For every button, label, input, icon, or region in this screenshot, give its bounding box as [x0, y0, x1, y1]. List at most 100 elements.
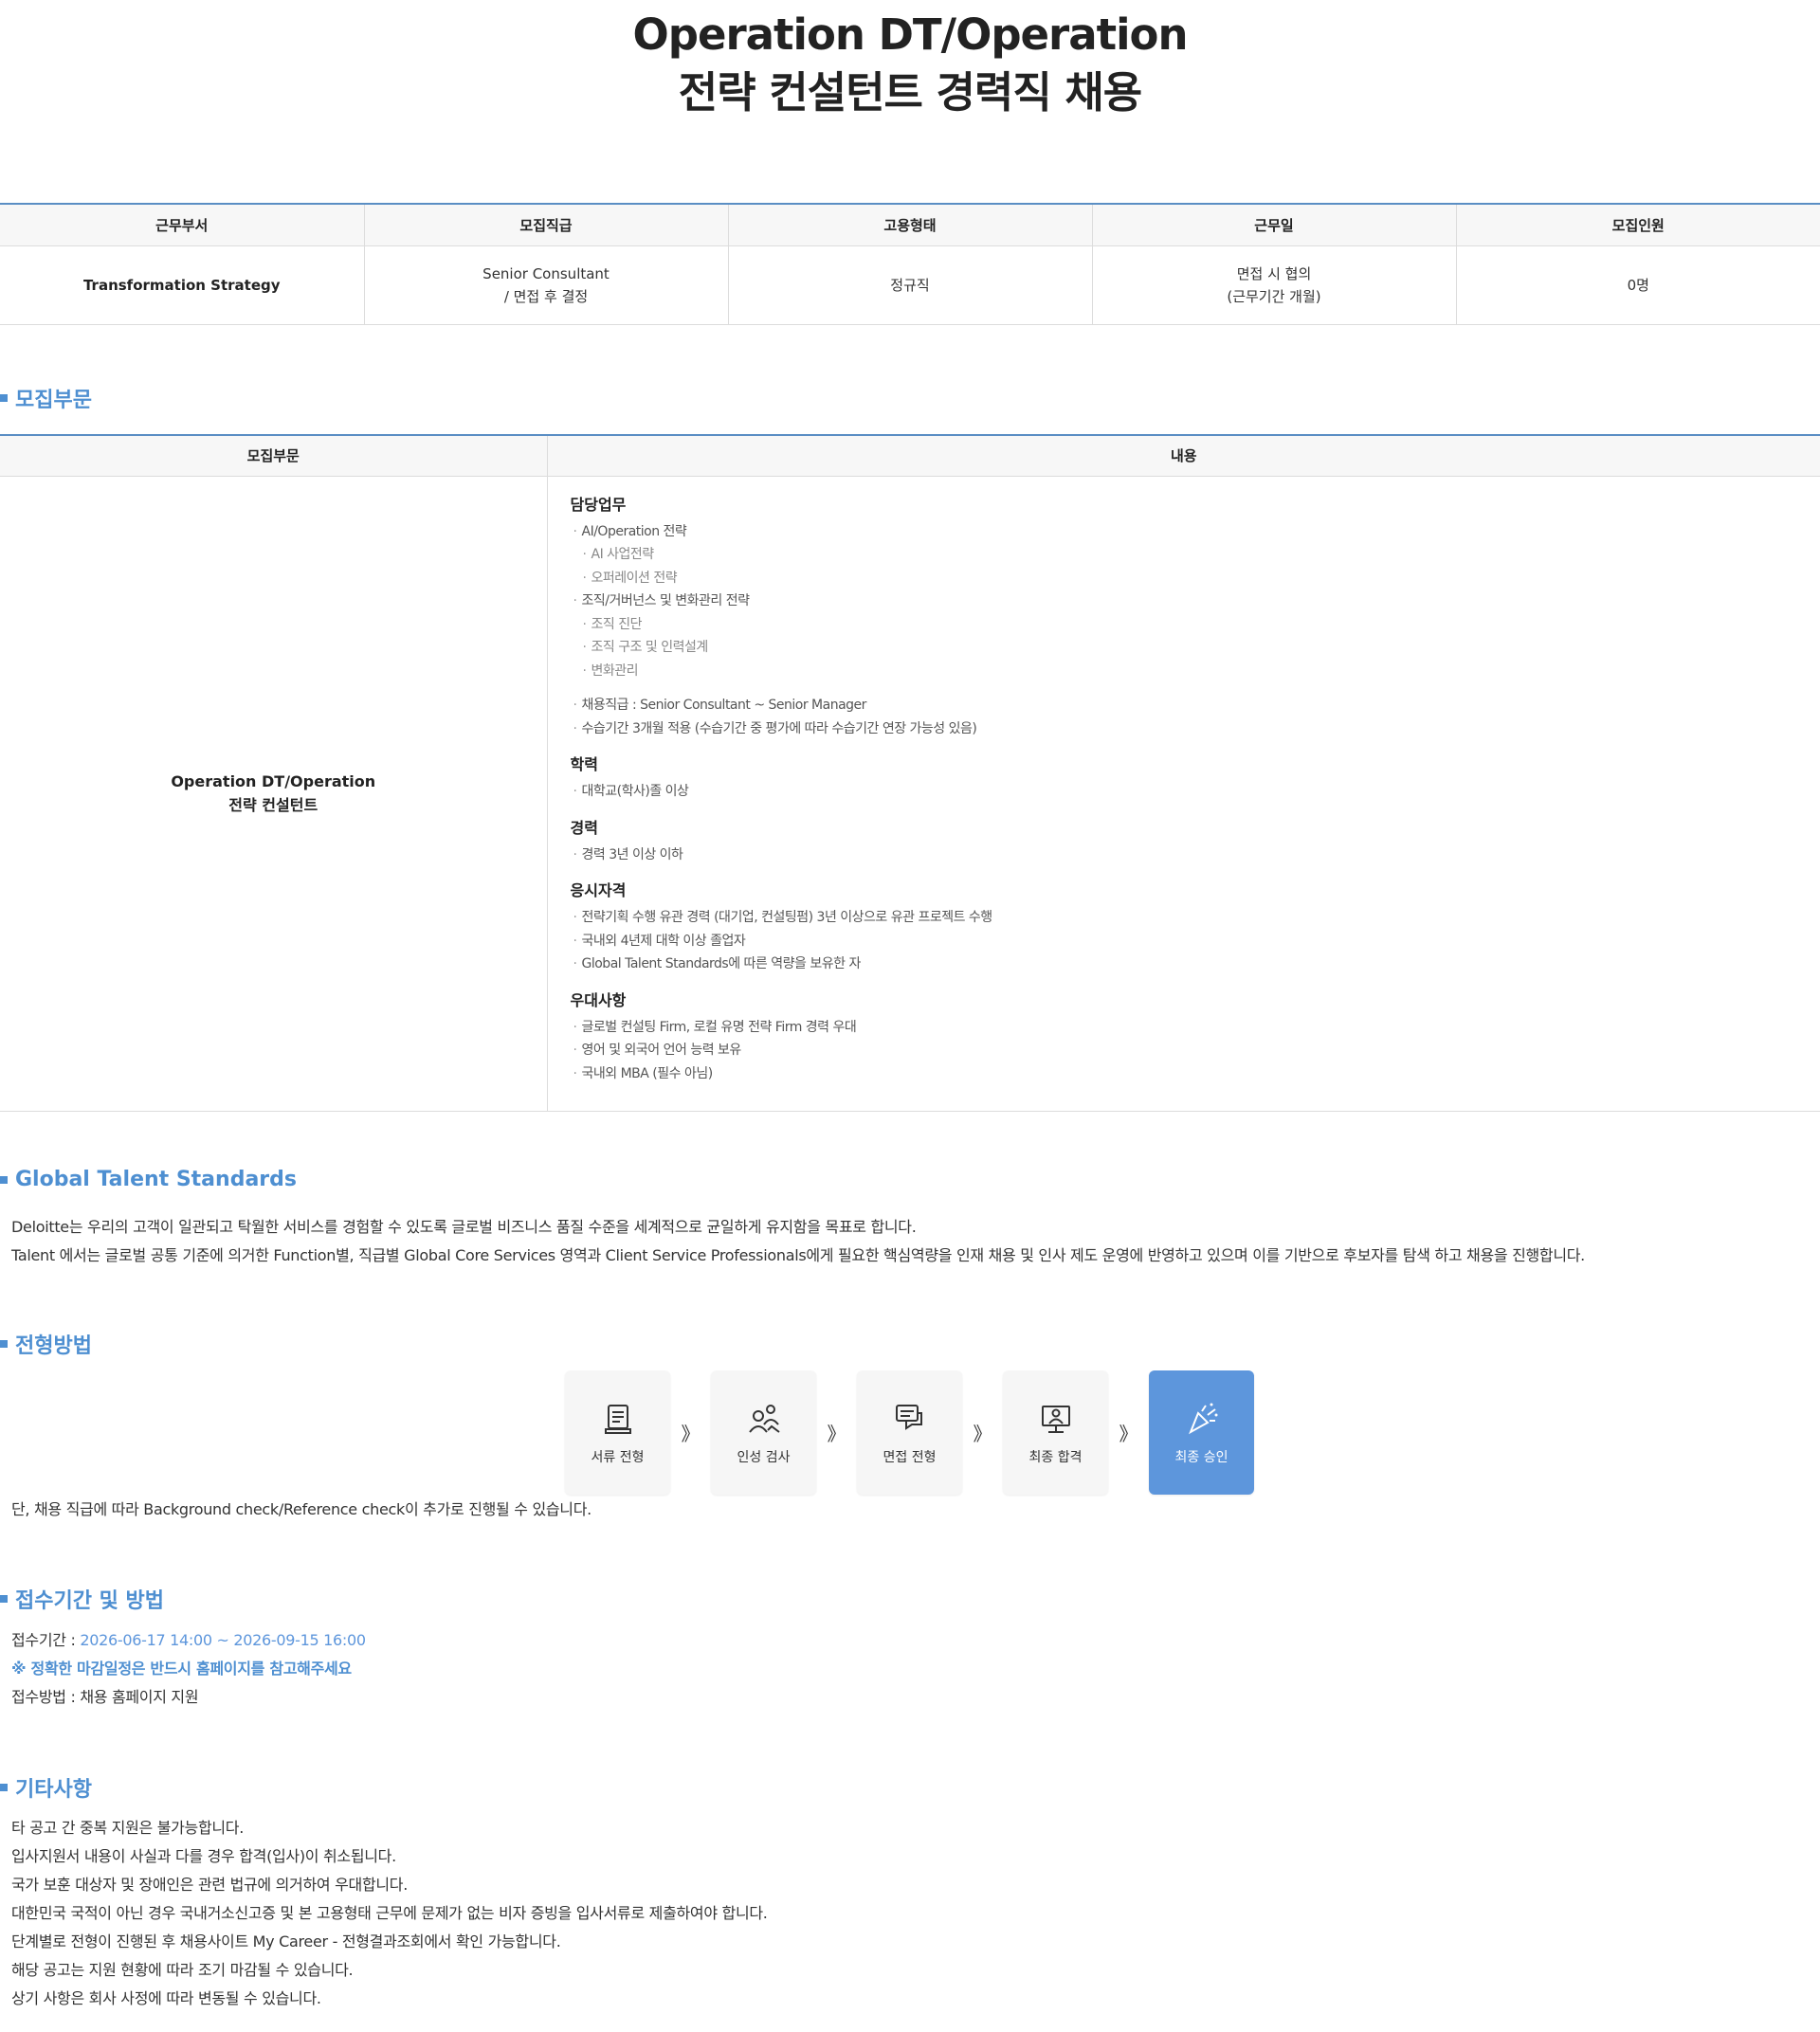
- gts-description: Deloitte는 우리의 고객이 일관되고 탁월한 서비스를 경험할 수 있도…: [11, 1213, 1585, 1270]
- gts-line1: Deloitte는 우리의 고객이 일관되고 탁월한 서비스를 경험할 수 있도…: [11, 1218, 917, 1236]
- step-final-approval: 최종 승인: [1149, 1370, 1254, 1495]
- recruit-content-cell: 담당업무 AI/Operation 전략 AI 사업전략 오퍼레이션 전략 조직…: [547, 476, 1820, 1112]
- step-label: 최종 승인: [1174, 1449, 1228, 1465]
- recruit-content: 담당업무 AI/Operation 전략 AI 사업전략 오퍼레이션 전략 조직…: [548, 477, 1820, 1111]
- value-count: 0명: [1456, 245, 1820, 325]
- header-type: 고용형태: [728, 204, 1093, 246]
- section-title-process: 전형방법: [0, 1329, 92, 1359]
- header-rank: 모집직급: [364, 204, 729, 246]
- apply-info: 접수기간 : 2026-06-17 14:00 ~ 2026-09-15 16:…: [11, 1626, 366, 1712]
- recruit-row: Operation DT/Operation 전략 컨설턴트 담당업무 AI/O…: [0, 476, 1820, 1112]
- qual-title: 응시자격: [570, 881, 627, 899]
- list-item: 대학교(학사)졸 이상: [571, 780, 1798, 804]
- list-item: 조직 진단: [571, 613, 1798, 637]
- section-title-process-text: 전형방법: [15, 1334, 92, 1358]
- apply-period: 접수기간 : 2026-06-17 14:00 ~ 2026-09-15 16:…: [11, 1626, 366, 1655]
- list-item: 해당 공고는 지원 현황에 따라 조기 마감될 수 있습니다.: [11, 1961, 354, 1979]
- list-item: 경력 3년 이상 이하: [571, 844, 1798, 867]
- edu-title: 학력: [570, 755, 598, 773]
- people-icon: [748, 1404, 780, 1433]
- section-title-etc: 기타사항: [0, 1772, 92, 1803]
- step-final-pass: 최종 합격: [1003, 1370, 1108, 1495]
- value-dept: Transformation Strategy: [0, 245, 365, 325]
- value-type: 정규직: [728, 245, 1093, 325]
- section-title-etc-text: 기타사항: [15, 1778, 92, 1802]
- process-note: 단, 채용 직급에 따라 Background check/Reference …: [11, 1500, 592, 1518]
- apply-period-label: 접수기간 :: [11, 1631, 81, 1649]
- page-title: Operation DT/Operation 전략 컨설턴트 경력직 채용: [0, 6, 1820, 121]
- page-title-line1: Operation DT/Operation: [632, 9, 1188, 60]
- monitor-person-icon: [1041, 1405, 1070, 1433]
- bullet-square-icon: [0, 394, 8, 402]
- party-popper-icon: [1188, 1403, 1217, 1434]
- process-steps: 서류 전형 》 인성 검사 》 면접 전형 》 최종 합격 》 최종 승인: [565, 1370, 1254, 1495]
- list-item: 오퍼레이션 전략: [571, 567, 1798, 590]
- apply-period-value: 2026-06-17 14:00 ~ 2026-09-15 16:00: [80, 1631, 366, 1649]
- section-title-gts: Global Talent Standards: [0, 1168, 297, 1191]
- value-workday-line2: (근무기간 개월): [1227, 287, 1321, 305]
- duty-title: 담당업무: [570, 495, 627, 514]
- list-item: 조직/거버넌스 및 변화관리 전략: [571, 590, 1798, 613]
- bullet-square-icon: [0, 1595, 8, 1603]
- list-item: 전략기획 수행 유관 경력 (대기업, 컨설팅펌) 3년 이상으로 유관 프로젝…: [571, 906, 1798, 930]
- chevron-right-icon: 》: [681, 1423, 701, 1445]
- apply-method: 접수방법 : 채용 홈페이지 지원: [11, 1688, 199, 1706]
- chevron-right-icon: 》: [1119, 1423, 1138, 1445]
- summary-value-row: Transformation Strategy Senior Consultan…: [0, 245, 1820, 325]
- step-label: 인성 검사: [737, 1449, 791, 1465]
- step-document-screening: 서류 전형: [565, 1370, 670, 1495]
- header-workday: 근무일: [1092, 204, 1457, 246]
- list-item: 타 공고 간 중복 지원은 불가능합니다.: [11, 1819, 245, 1837]
- step-interview: 면접 전형: [857, 1370, 962, 1495]
- list-item: 단계별로 전형이 진행된 후 채용사이트 My Career - 전형결과조회에…: [11, 1932, 561, 1950]
- etc-list: 타 공고 간 중복 지원은 불가능합니다. 입사지원서 내용이 사실과 다를 경…: [11, 1814, 768, 2013]
- recruit-division-line1: Operation DT/Operation: [171, 772, 376, 790]
- list-item: AI 사업전략: [571, 543, 1798, 567]
- header-count: 모집인원: [1456, 204, 1820, 246]
- exp-title: 경력: [570, 818, 598, 837]
- step-label: 최종 합격: [1028, 1449, 1083, 1465]
- interview-icon: [895, 1404, 922, 1430]
- list-item: 변화관리: [571, 660, 1798, 683]
- bullet-square-icon: [0, 1340, 8, 1348]
- value-rank-line1: Senior Consultant: [482, 264, 610, 282]
- value-rank: Senior Consultant / 면접 후 결정: [364, 245, 729, 325]
- recruit-header-content: 내용: [547, 435, 1820, 477]
- page-title-line2: 전략 컨설턴트 경력직 채용: [678, 67, 1142, 118]
- chevron-right-icon: 》: [827, 1423, 846, 1445]
- list-item: 국내외 4년제 대학 이상 졸업자: [571, 930, 1798, 953]
- value-workday: 면접 시 협의 (근무기간 개월): [1092, 245, 1457, 325]
- step-personality-test: 인성 검사: [711, 1370, 816, 1495]
- list-item: Global Talent Standards에 따른 역량을 보유한 자: [571, 952, 1798, 976]
- list-item: 입사지원서 내용이 사실과 다를 경우 합격(입사)이 취소됩니다.: [11, 1847, 396, 1865]
- value-workday-line1: 면접 시 협의: [1236, 264, 1312, 282]
- bullet-square-icon: [0, 1175, 8, 1184]
- apply-notice: ※ 정확한 마감일정은 반드시 홈페이지를 참고해주세요: [11, 1660, 352, 1678]
- recruit-table: 모집부문 내용 Operation DT/Operation 전략 컨설턴트 담…: [0, 434, 1820, 1112]
- pref-title: 우대사항: [570, 990, 627, 1009]
- section-title-gts-text: Global Talent Standards: [15, 1168, 297, 1191]
- chevron-right-icon: 》: [973, 1423, 992, 1445]
- recruit-header-row: 모집부문 내용: [0, 435, 1820, 477]
- document-icon: [604, 1404, 631, 1434]
- list-item: 대한민국 국적이 아닌 경우 국내거소신고증 및 본 고용형태 근무에 문제가 …: [11, 1904, 768, 1922]
- gts-line2: Talent 에서는 글로벌 공통 기준에 의거한 Function별, 직급별…: [11, 1246, 1585, 1264]
- section-title-recruit-text: 모집부문: [15, 389, 92, 412]
- list-item: 상기 사항은 회사 사정에 따라 변동될 수 있습니다.: [11, 1989, 321, 2007]
- section-title-apply-text: 접수기간 및 방법: [15, 1589, 164, 1613]
- step-label: 서류 전형: [591, 1449, 645, 1465]
- header-dept: 근무부서: [0, 204, 365, 246]
- list-item: 국내외 MBA (필수 아님): [571, 1062, 1798, 1086]
- bullet-square-icon: [0, 1784, 8, 1791]
- list-item: 수습기간 3개월 적용 (수습기간 중 평가에 따라 수습기간 연장 가능성 있…: [571, 717, 1798, 741]
- value-rank-line2: / 면접 후 결정: [503, 287, 589, 305]
- list-item: 글로벌 컨설팅 Firm, 로컬 유명 전략 Firm 경력 우대: [571, 1016, 1798, 1040]
- recruit-division-name: Operation DT/Operation 전략 컨설턴트: [0, 476, 548, 1112]
- section-title-recruit: 모집부문: [0, 383, 92, 413]
- list-item: AI/Operation 전략: [571, 520, 1798, 544]
- list-item: 영어 및 외국어 언어 능력 보유: [571, 1039, 1798, 1062]
- recruit-header-division: 모집부문: [0, 435, 548, 477]
- summary-header-row: 근무부서 모집직급 고용형태 근무일 모집인원: [0, 204, 1820, 246]
- section-title-apply: 접수기간 및 방법: [0, 1584, 164, 1614]
- recruit-division-line2: 전략 컨설턴트: [228, 796, 318, 814]
